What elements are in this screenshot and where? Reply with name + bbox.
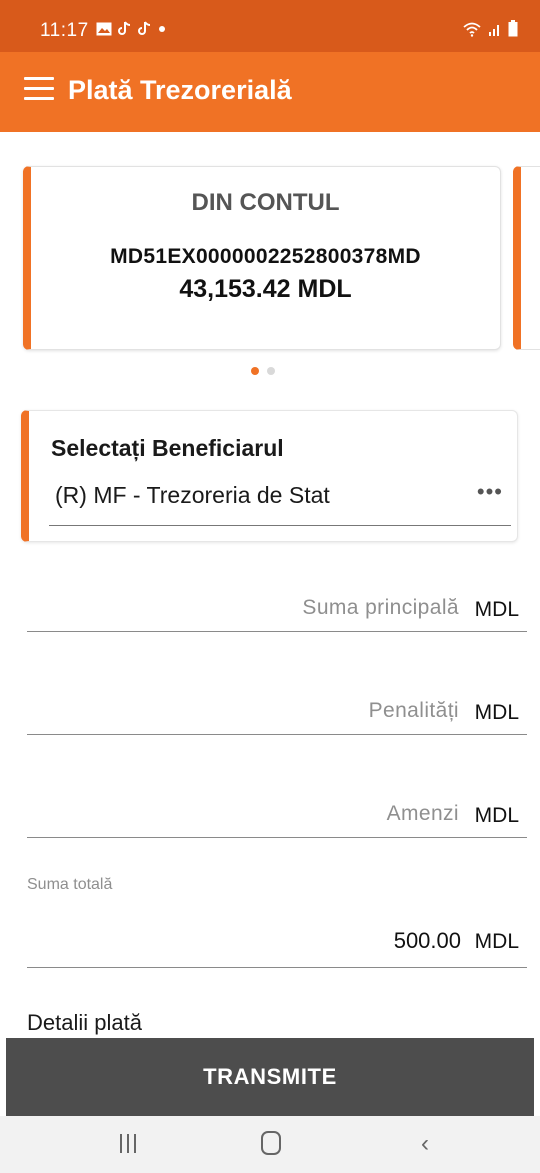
penalties-input[interactable] [27, 695, 407, 733]
total-amount-caption: Suma totală [27, 876, 113, 893]
status-time: 11:17 [40, 20, 89, 41]
penalties-currency: MDL [474, 701, 519, 724]
battery-icon [508, 20, 518, 37]
wifi-icon [463, 22, 481, 37]
signal-icon [489, 24, 499, 36]
dot-icon [159, 25, 165, 32]
beneficiary-card: Selectați Beneficiarul (R) MF - Trezorer… [21, 410, 518, 542]
principal-amount-label: Suma principală [302, 596, 459, 619]
more-horizontal-icon[interactable]: ••• [477, 479, 503, 505]
status-notification-icons [96, 21, 166, 36]
page-title: Plată Trezorerială [68, 75, 292, 105]
beneficiary-title: Selectați Beneficiarul [51, 435, 284, 461]
transmit-button[interactable]: TRANSMITE [6, 1038, 534, 1116]
total-currency: MDL [474, 930, 519, 953]
payment-details-label: Detalii plată [27, 1010, 142, 1035]
total-amount-field: 500.00 MDL [27, 920, 527, 968]
system-nav-bar: ‹ [0, 1116, 540, 1173]
penalties-label: Penalități [368, 699, 459, 722]
principal-amount-field[interactable]: Suma principală MDL [27, 592, 527, 632]
next-account-card-peek[interactable] [513, 166, 540, 350]
beneficiary-underline [49, 525, 511, 526]
tiktok-icon [138, 21, 151, 35]
account-card-heading: DIN CONTUL [191, 189, 340, 216]
beneficiary-select[interactable]: (R) MF - Trezoreria de Stat [55, 482, 330, 509]
status-system-icons [462, 20, 518, 37]
fines-field[interactable]: Amenzi MDL [27, 798, 527, 838]
tiktok-icon [118, 21, 131, 35]
fines-currency: MDL [474, 804, 519, 827]
back-icon[interactable]: ‹ [421, 1130, 429, 1158]
app-bar: Plată Trezorerială [0, 52, 540, 132]
home-icon[interactable] [261, 1131, 281, 1155]
status-bar: 11:17 [0, 0, 540, 52]
principal-currency: MDL [474, 598, 519, 621]
fines-label: Amenzi [386, 802, 459, 825]
pager-dot-active[interactable] [251, 367, 259, 375]
penalties-field[interactable]: Penalități MDL [27, 695, 527, 735]
carousel-pager [251, 367, 275, 375]
recent-apps-icon[interactable] [120, 1134, 136, 1153]
total-amount-value: 500.00 [393, 928, 461, 953]
gallery-icon [96, 22, 112, 35]
source-account-card[interactable]: DIN CONTUL MD51EX0000002252800378MD 43,1… [23, 166, 501, 350]
account-iban: MD51EX0000002252800378MD [110, 245, 421, 268]
fines-input[interactable] [27, 798, 407, 836]
pager-dot[interactable] [267, 367, 275, 375]
account-balance: 43,153.42 MDL [179, 275, 352, 303]
menu-icon[interactable] [24, 77, 54, 103]
